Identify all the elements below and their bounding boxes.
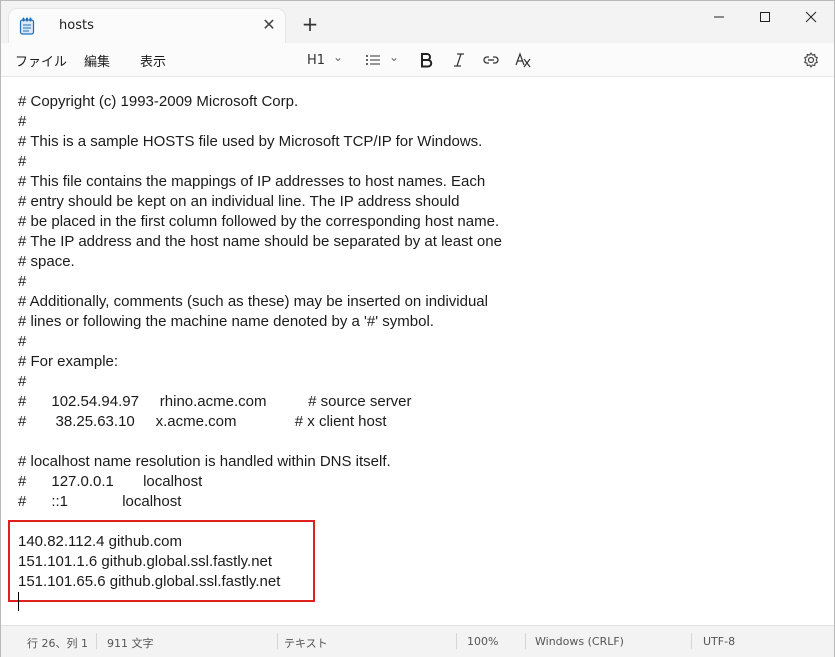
settings-button[interactable] [803, 49, 819, 71]
text-line[interactable]: # [18, 332, 502, 352]
list-dropdown[interactable]: ⌄ [365, 49, 399, 71]
notepad-window: hosts ✕ + ファイル 編集 表示 H1 ⌄ ⌄ # Copyright … [0, 0, 835, 657]
text-line[interactable]: # entry should be kept on an individual … [18, 192, 502, 212]
menu-view[interactable]: 表示 [140, 51, 166, 70]
status-divider [456, 633, 457, 649]
text-line[interactable]: # localhost name resolution is handled w… [18, 452, 502, 472]
cursor-position: 行 26、列 1 [27, 637, 88, 650]
text-line[interactable]: # ::1 localhost [18, 492, 502, 512]
heading-dropdown[interactable]: H1 ⌄ [307, 49, 343, 71]
char-count: 911 文字 [107, 637, 154, 650]
link-icon [483, 56, 499, 64]
tab-hosts[interactable]: hosts ✕ [9, 9, 285, 43]
gear-icon [803, 52, 819, 68]
text-line[interactable]: # 38.25.63.10 x.acme.com # x client host [18, 412, 502, 432]
highlight-box [8, 520, 315, 602]
status-divider [525, 633, 526, 649]
new-tab-icon[interactable]: + [299, 13, 321, 35]
line-ending[interactable]: Windows (CRLF) [535, 635, 624, 648]
close-icon [805, 11, 817, 23]
chevron-down-icon: ⌄ [389, 50, 400, 64]
clear-formatting-icon [515, 52, 531, 68]
text-line[interactable]: # [18, 372, 502, 392]
file-format[interactable]: テキスト [284, 635, 328, 651]
italic-icon [454, 53, 464, 67]
heading-label: H1 [307, 52, 326, 68]
text-line[interactable]: # The IP address and the host name shoul… [18, 232, 502, 252]
zoom-level[interactable]: 100% [467, 635, 498, 648]
maximize-icon [760, 12, 770, 22]
status-bar: 行 26、列 1 911 文字 テキスト 100% Windows (CRLF)… [1, 625, 834, 657]
menu-bar: ファイル 編集 表示 H1 ⌄ ⌄ [1, 43, 834, 77]
text-line[interactable]: # [18, 272, 502, 292]
text-line[interactable]: # [18, 112, 502, 132]
clear-formatting-button[interactable] [514, 49, 532, 71]
bold-icon [421, 53, 433, 68]
text-caret [18, 592, 19, 611]
status-divider [277, 633, 278, 649]
menu-file[interactable]: ファイル [15, 51, 67, 70]
status-divider [96, 633, 97, 649]
text-line[interactable]: # [18, 152, 502, 172]
notepad-icon [19, 17, 35, 35]
text-line[interactable]: # This file contains the mappings of IP … [18, 172, 502, 192]
text-line[interactable]: # 127.0.0.1 localhost [18, 472, 502, 492]
chevron-down-icon: ⌄ [333, 50, 344, 64]
bold-button[interactable] [419, 49, 433, 71]
text-line[interactable]: # For example: [18, 352, 502, 372]
close-button[interactable] [788, 1, 834, 33]
text-line[interactable]: # Copyright (c) 1993-2009 Microsoft Corp… [18, 92, 502, 112]
tab-close-icon[interactable]: ✕ [259, 15, 279, 35]
maximize-button[interactable] [742, 1, 788, 33]
list-icon [366, 55, 380, 65]
text-line[interactable]: # space. [18, 252, 502, 272]
text-line[interactable] [18, 432, 502, 452]
text-line[interactable]: # lines or following the machine name de… [18, 312, 502, 332]
menu-edit[interactable]: 編集 [84, 51, 110, 70]
title-bar: hosts ✕ + [1, 1, 834, 43]
minimize-button[interactable] [696, 1, 742, 33]
link-button[interactable] [482, 49, 500, 71]
text-line[interactable]: # be placed in the first column followed… [18, 212, 502, 232]
minimize-icon [714, 16, 724, 18]
text-line[interactable]: # This is a sample HOSTS file used by Mi… [18, 132, 502, 152]
status-divider [691, 633, 692, 649]
tab-title: hosts [59, 18, 94, 33]
encoding[interactable]: UTF-8 [703, 635, 735, 648]
italic-button[interactable] [452, 49, 466, 71]
text-line[interactable]: # Additionally, comments (such as these)… [18, 292, 502, 312]
text-line[interactable]: # 102.54.94.97 rhino.acme.com # source s… [18, 392, 502, 412]
text-editor[interactable]: # Copyright (c) 1993-2009 Microsoft Corp… [1, 77, 834, 625]
